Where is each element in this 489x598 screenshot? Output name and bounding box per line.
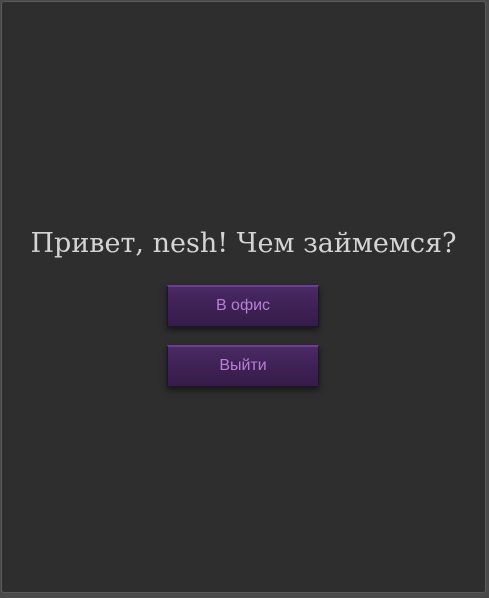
greeting-heading: Привет, nesh! Чем займемся? — [30, 228, 457, 259]
main-window: Привет, nesh! Чем займемся? В офис Выйти — [1, 1, 486, 593]
office-button-label: В офис — [215, 297, 271, 314]
exit-button-label: Выйти — [219, 357, 267, 374]
exit-button[interactable]: Выйти — [167, 345, 319, 387]
office-button[interactable]: В офис — [167, 285, 319, 327]
